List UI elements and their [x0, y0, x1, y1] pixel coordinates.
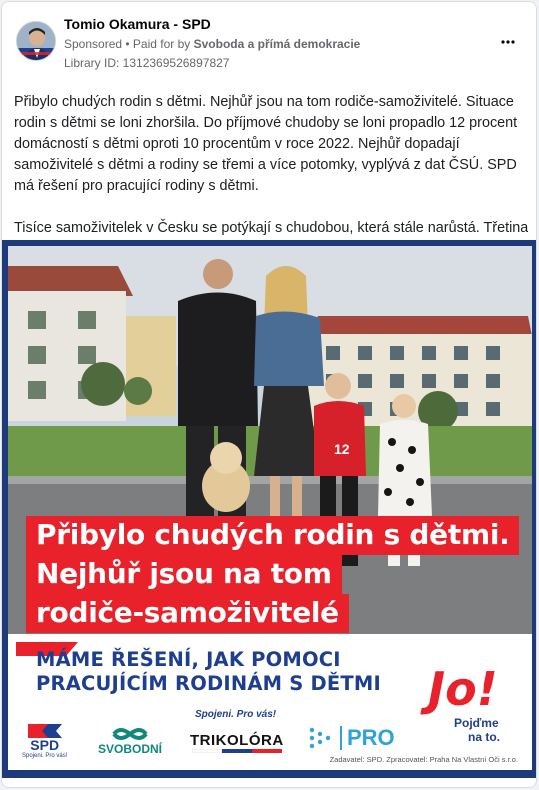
- solution-line: PRACUJÍCÍM RODINÁM S DĚTMI: [36, 672, 381, 695]
- page-name-link[interactable]: Tomio Okamura - SPD: [64, 16, 211, 32]
- headline-line: rodiče-samoživitelé: [26, 594, 349, 633]
- jo-logo-text: Jo!: [428, 662, 498, 716]
- jo-logo: Jo! Pojďme na to.: [424, 662, 528, 752]
- solution-line: MÁME ŘEŠENÍ, JAK POMOCI: [36, 648, 341, 671]
- svobodni-logo: SVOBODNÍ: [98, 726, 162, 756]
- ad-creative-frame[interactable]: 12 Přibylo chudých rodin s dětmi. Nejhůř…: [2, 240, 536, 778]
- payer-link[interactable]: Svoboda a přímá demokracie: [194, 37, 361, 51]
- more-options-button[interactable]: [496, 32, 520, 52]
- jo-sub-line-1: Pojďme: [454, 716, 499, 730]
- ad-legal-footnote: Zadavatel: SPD. Zpracovatel: Praha Na Vl…: [329, 755, 518, 764]
- spd-flag-icon: [27, 724, 62, 738]
- tricolor-stripe-icon: [191, 749, 282, 753]
- page-avatar[interactable]: [16, 21, 56, 61]
- trikolora-logo: TRIKOLÓRA: [190, 732, 284, 753]
- pro-logo-text: PRO: [340, 726, 395, 750]
- post-paragraph: Přibylo chudých rodin s dětmi. Nejhůř js…: [14, 94, 518, 194]
- post-header: Tomio Okamura - SPD Sponsored • Paid for…: [2, 2, 536, 74]
- svobodni-symbol-icon: [112, 728, 148, 740]
- headline-line: Nejhůř jsou na tom: [26, 555, 342, 594]
- pro-logo: PRO: [308, 726, 395, 750]
- headline-line: Přibylo chudých rodin s dětmi.: [26, 516, 520, 555]
- solution-heading: MÁME ŘEŠENÍ, JAK POMOCI PRACUJÍCÍM RODIN…: [36, 648, 381, 696]
- spd-logo: SPD Spojeni. Pro vás!: [22, 724, 67, 759]
- library-id: Library ID: 1312369526897827: [64, 56, 230, 70]
- coalition-slogan: Spojeni. Pro vás!: [195, 709, 277, 720]
- spd-logo-text: SPD: [30, 737, 60, 753]
- sponsored-line: Sponsored • Paid for by Svoboda a přímá …: [64, 37, 360, 51]
- jersey-number: 12: [334, 441, 350, 457]
- more-horizontal-icon: [501, 40, 515, 44]
- jo-sub-line-2: na to.: [468, 730, 500, 744]
- ad-post-card: Tomio Okamura - SPD Sponsored • Paid for…: [1, 1, 537, 788]
- paid-for-prefix: Paid for by: [132, 37, 194, 51]
- sponsored-label: Sponsored: [64, 37, 123, 51]
- headline-block: Přibylo chudých rodin s dětmi. Nejhůř js…: [26, 516, 520, 633]
- post-body-text: Přibylo chudých rodin s dětmi. Nejhůř js…: [14, 92, 528, 260]
- pro-dots-icon: [309, 727, 331, 749]
- spd-logo-tagline: Spojeni. Pro vás!: [22, 753, 68, 759]
- post-paragraph-truncated[interactable]: Tisíce samoživitelek v Česku se potýkají…: [14, 218, 528, 239]
- svobodni-logo-text: SVOBODNÍ: [98, 742, 163, 756]
- meta-separator: •: [122, 37, 133, 51]
- ad-creative-image[interactable]: 12 Přibylo chudých rodin s dětmi. Nejhůř…: [8, 246, 532, 770]
- trikolora-logo-text: TRIKOLÓRA: [190, 732, 284, 749]
